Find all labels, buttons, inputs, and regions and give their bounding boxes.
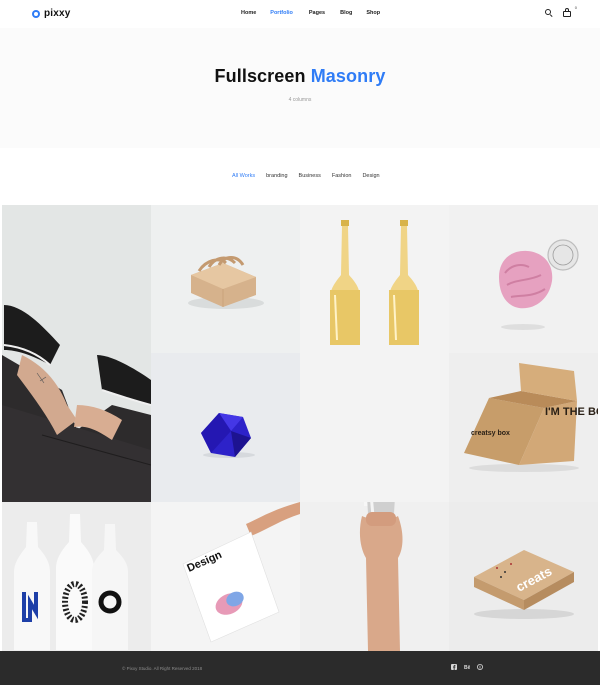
page-title: Fullscreen Masonry	[0, 66, 600, 87]
flat-box-image: creats	[449, 502, 598, 651]
nav-home[interactable]: Home	[241, 10, 256, 16]
page-subtitle: 4 columns	[288, 97, 312, 103]
polyhedron-image	[151, 353, 300, 502]
nav-portfolio[interactable]: Portfolio	[270, 10, 293, 16]
portfolio-item-polyhedron[interactable]	[151, 353, 300, 502]
beer-bottles-image	[300, 205, 449, 502]
nav-shop[interactable]: Shop	[366, 10, 380, 16]
nav-pages[interactable]: Pages	[309, 10, 325, 16]
portfolio-filters: All Works branding Business Fashion Desi…	[232, 173, 391, 179]
design-poster-image: Design	[151, 502, 300, 651]
behance-icon[interactable]: Bē	[464, 664, 470, 670]
wood-block-image	[151, 205, 300, 353]
portfolio-item-sneakers[interactable]	[2, 205, 151, 502]
cart-count-badge: 0	[574, 5, 577, 10]
portfolio-item-white-bottles[interactable]	[2, 502, 151, 651]
svg-text:Bē: Bē	[464, 665, 470, 670]
portfolio-item-pink-ball[interactable]	[449, 205, 598, 353]
header-icons: 0	[544, 5, 577, 18]
filter-all-works[interactable]: All Works	[232, 173, 255, 179]
steel-cup-image	[300, 502, 449, 651]
page-title-accent: Masonry	[310, 66, 386, 86]
box-print-2: creatsy box	[471, 430, 510, 437]
main-nav: Home Portfolio Pages Blog Shop	[241, 10, 380, 16]
portfolio-item-design-poster[interactable]: Design	[151, 502, 300, 651]
box-print-1: I'M THE BOX	[545, 406, 598, 418]
search-icon[interactable]	[544, 8, 554, 18]
portfolio-item-steel-cup[interactable]	[300, 502, 449, 651]
white-bottles-image	[2, 502, 151, 651]
filter-design[interactable]: Design	[362, 173, 379, 179]
logo-mark-icon	[32, 9, 40, 18]
copyright-text: © Pixxy Studio. All Right Reserved 2018	[122, 666, 203, 671]
shopping-bag-icon[interactable]: 0	[562, 5, 577, 18]
logo-text: pixxy	[44, 8, 71, 19]
site-header: pixxy Home Portfolio Pages Blog Shop 0	[0, 0, 600, 28]
page-title-main: Fullscreen	[214, 66, 306, 86]
portfolio-item-kraft-box[interactable]: I'M THE BOX creatsy box	[449, 353, 598, 502]
portfolio-item-flat-box[interactable]: creats	[449, 502, 598, 651]
facebook-icon[interactable]	[451, 664, 457, 670]
pink-ball-image	[449, 205, 598, 353]
kraft-box-image: I'M THE BOX creatsy box	[449, 353, 598, 502]
site-footer: © Pixxy Studio. All Right Reserved 2018 …	[0, 651, 600, 685]
filter-fashion[interactable]: Fashion	[332, 173, 352, 179]
filter-business[interactable]: Business	[299, 173, 321, 179]
hero-section	[0, 28, 600, 148]
portfolio-item-beer-bottles[interactable]	[300, 205, 449, 502]
sneakers-image	[2, 205, 151, 502]
logo[interactable]: pixxy	[32, 8, 71, 19]
portfolio-grid: I'M THE BOX creatsy box Design	[2, 205, 598, 651]
portfolio-item-wood-block[interactable]	[151, 205, 300, 353]
nav-blog[interactable]: Blog	[340, 10, 352, 16]
filter-branding[interactable]: branding	[266, 173, 287, 179]
pinterest-icon[interactable]	[477, 664, 483, 670]
social-links: Bē	[451, 664, 483, 670]
